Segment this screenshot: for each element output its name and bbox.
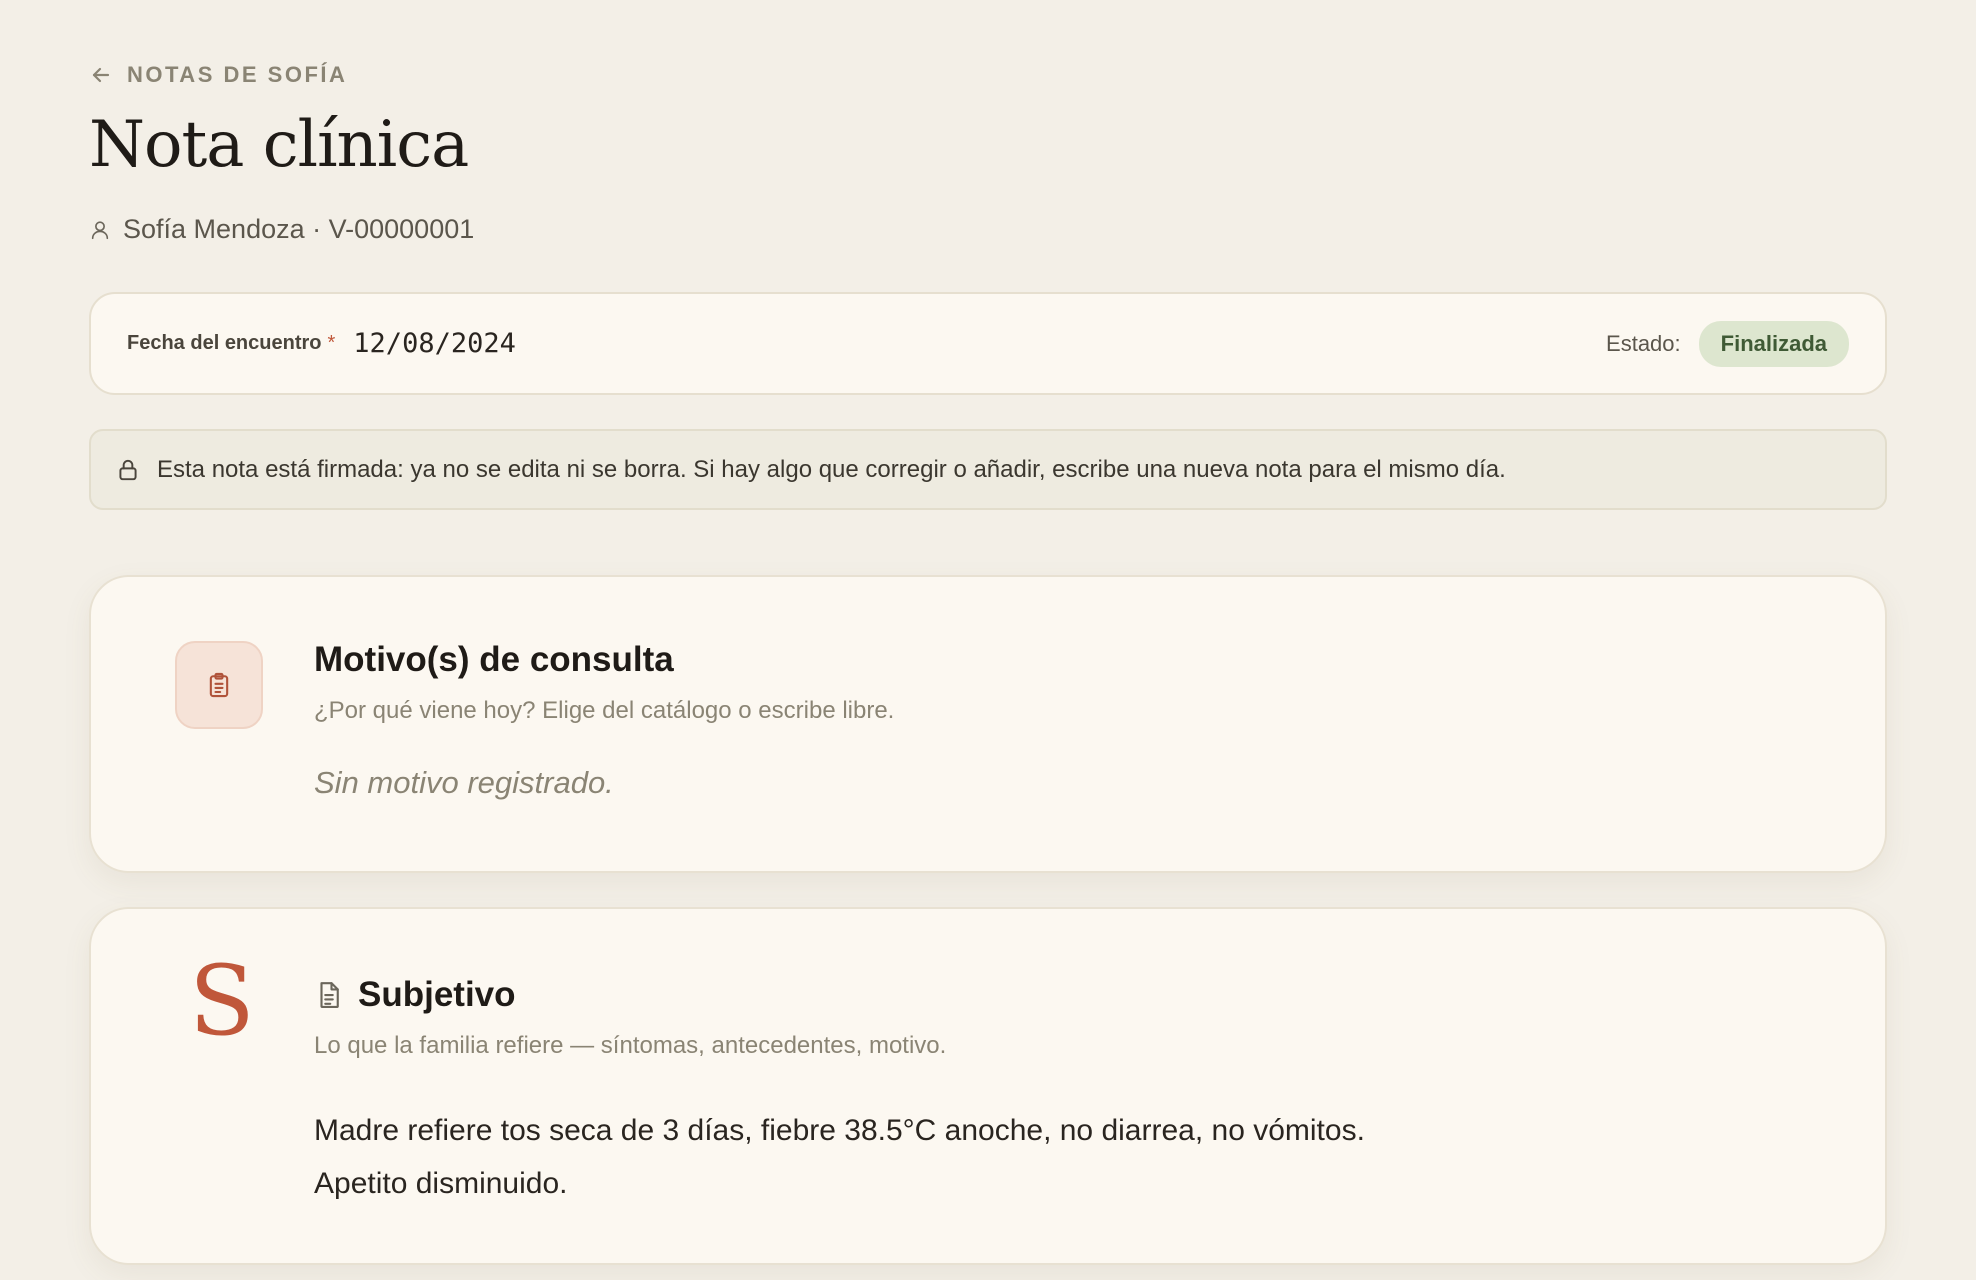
page-title: Nota clínica — [89, 108, 469, 182]
subjetivo-title-row: Subjetivo — [314, 975, 516, 1015]
arrow-left-icon — [92, 67, 110, 83]
subjetivo-subtitle: Lo que la familia refiere — síntomas, an… — [314, 1032, 947, 1059]
subjetivo-title: Subjetivo — [358, 975, 516, 1014]
patient-info: Sofía Mendoza · V-00000001 — [89, 214, 474, 245]
encounter-date-label: Fecha del encuentro — [127, 332, 322, 354]
soap-letter-s: S — [189, 945, 255, 1057]
subjetivo-body: Madre refiere tos seca de 3 días, fiebre… — [314, 1104, 1614, 1210]
required-mark: * — [327, 332, 336, 354]
subjetivo-card: S Subjetivo Lo que la familia refiere — … — [89, 907, 1887, 1265]
signed-note-notice: Esta nota está firmada: ya no se edita n… — [89, 429, 1887, 510]
lock-icon — [119, 459, 137, 480]
user-icon — [91, 220, 109, 239]
back-link-label: NOTAS DE SOFÍA — [127, 62, 348, 87]
clipboard-list-icon — [209, 672, 229, 698]
signed-note-text: Esta nota está firmada: ya no se edita n… — [157, 455, 1506, 483]
status-label: Estado: — [1606, 330, 1681, 356]
subjetivo-line-1: Madre refiere tos seca de 3 días, fiebre… — [314, 1114, 1365, 1147]
encounter-date-field[interactable]: 12/08/2024 — [353, 328, 516, 359]
subjetivo-line-2: Apetito disminuido. — [314, 1167, 568, 1200]
motivo-icon-tile — [175, 641, 263, 729]
motivo-consulta-card: Motivo(s) de consulta ¿Por qué viene hoy… — [89, 575, 1887, 873]
motivo-subtitle: ¿Por qué viene hoy? Elige del catálogo o… — [314, 697, 895, 724]
motivo-empty-state: Sin motivo registrado. — [314, 765, 614, 800]
patient-name-id: Sofía Mendoza · V-00000001 — [123, 214, 475, 244]
document-icon — [320, 982, 339, 1008]
back-to-notes-link[interactable]: NOTAS DE SOFÍA — [89, 62, 347, 88]
clinical-note-page: NOTAS DE SOFÍA Nota clínica Sofía Mendoz… — [0, 0, 1976, 1280]
motivo-title: Motivo(s) de consulta — [314, 640, 674, 679]
encounter-bar: Fecha del encuentro * 12/08/2024 Estado:… — [89, 292, 1887, 395]
status-badge: Finalizada — [1698, 320, 1849, 367]
